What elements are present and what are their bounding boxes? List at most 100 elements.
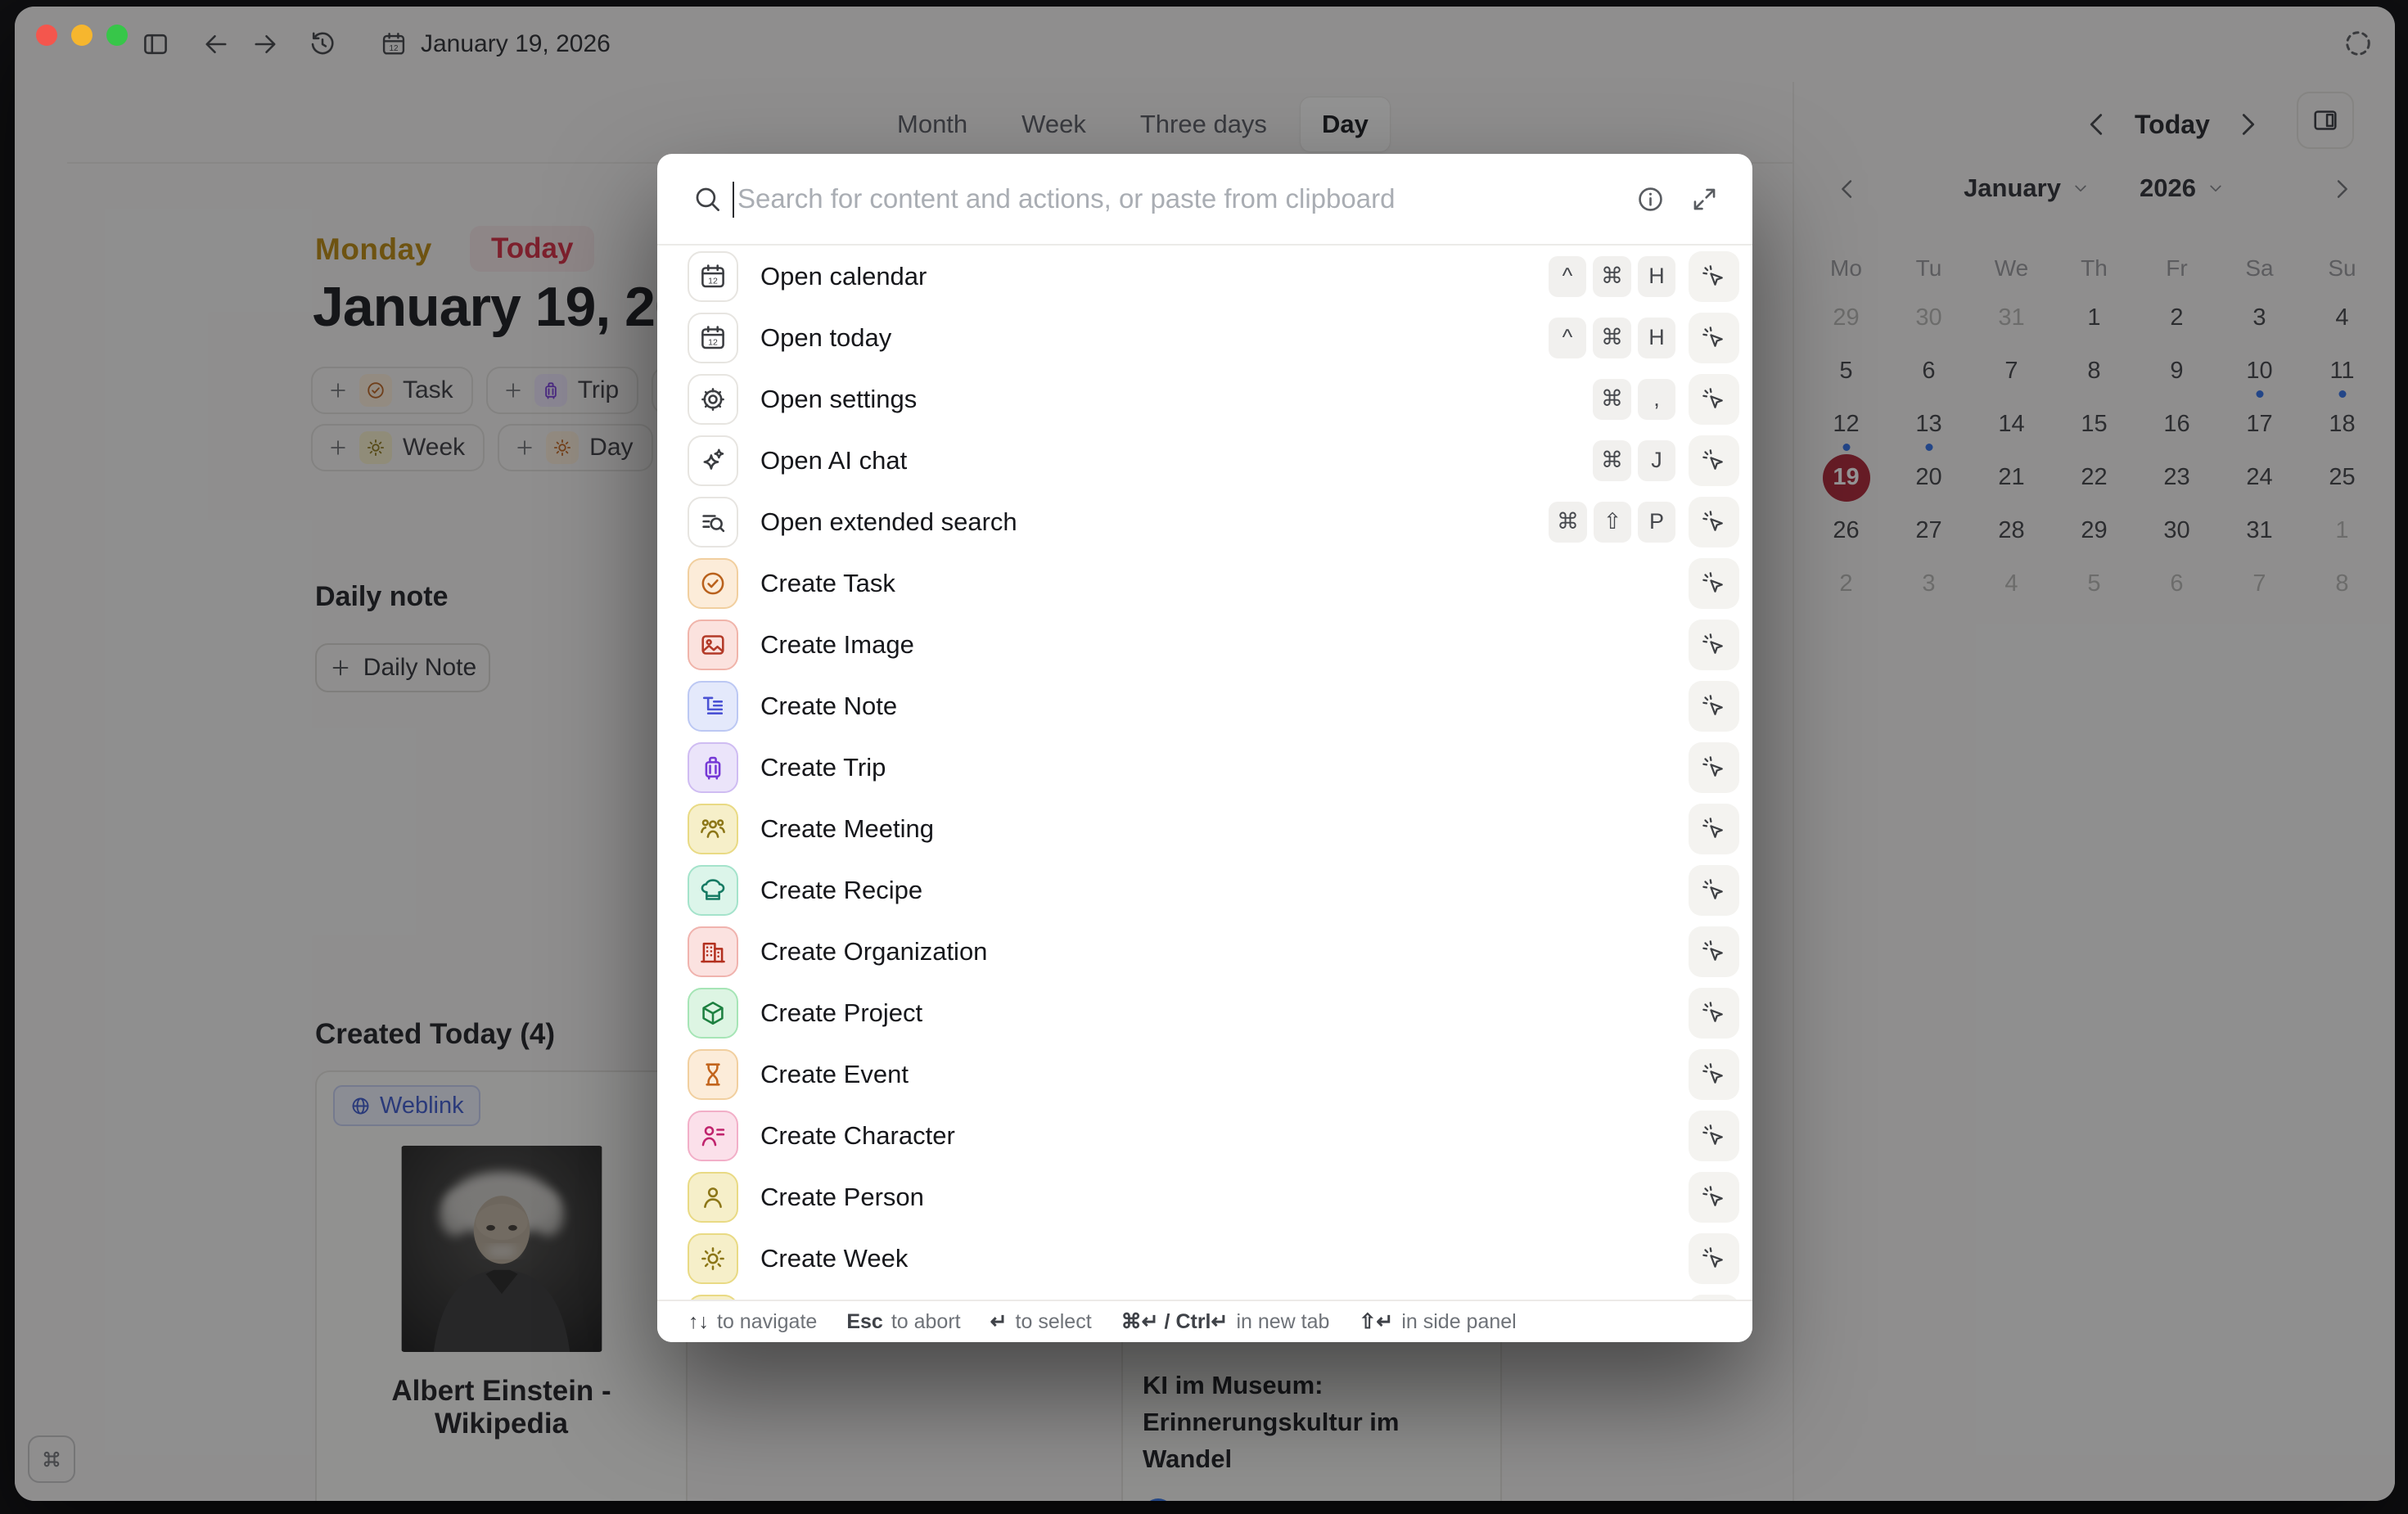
run-action-button[interactable] (1689, 988, 1739, 1039)
run-action-button[interactable] (1689, 251, 1739, 302)
keycap: ⇧ (1594, 502, 1631, 543)
palette-item[interactable]: Open settings⌘, (657, 368, 1752, 430)
palette-item-label: Create Task (760, 569, 1675, 598)
calendar12-icon: 12 (688, 313, 738, 363)
palette-item[interactable]: Create Image (657, 614, 1752, 675)
sun-icon (688, 1233, 738, 1284)
chef-hat-icon (688, 865, 738, 916)
hint-text: in new tab (1236, 1310, 1329, 1334)
palette-item[interactable]: Create Note (657, 675, 1752, 737)
keycap: J (1638, 440, 1675, 481)
hint-keys: ↑↓ (688, 1310, 709, 1334)
keycap: , (1638, 379, 1675, 420)
palette-item-label: Create Project (760, 998, 1675, 1028)
keycap: ⌘ (1593, 318, 1631, 358)
palette-item[interactable]: Create Project (657, 982, 1752, 1043)
app-window: 12 January 19, 2026 MonthWeekThree daysD… (15, 7, 2395, 1501)
svg-text:12: 12 (708, 276, 718, 286)
command-palette: 12Open calendar^⌘H12Open today^⌘HOpen se… (657, 154, 1752, 1342)
run-action-button[interactable] (1689, 742, 1739, 793)
footer-hint: ⇧↵in side panel (1359, 1309, 1516, 1334)
palette-item-label: Open today (760, 323, 1549, 353)
run-action-button[interactable] (1689, 804, 1739, 854)
zoom-window-button[interactable] (106, 25, 128, 46)
palette-item[interactable]: 12Open calendar^⌘H (657, 246, 1752, 307)
palette-results-list: 12Open calendar^⌘H12Open today^⌘HOpen se… (657, 246, 1752, 1300)
calendar12-icon: 12 (688, 251, 738, 302)
keycap: H (1638, 318, 1675, 358)
run-action-button[interactable] (1689, 374, 1739, 425)
palette-item[interactable]: Create Meeting (657, 798, 1752, 859)
hint-text: to navigate (717, 1310, 817, 1334)
hint-keys: ⇧↵ (1359, 1309, 1393, 1334)
palette-item-label: Create Meeting (760, 814, 1675, 844)
desktop: 12 January 19, 2026 MonthWeekThree daysD… (0, 0, 2408, 1514)
run-action-button[interactable] (1689, 681, 1739, 732)
palette-item-label: Create Week (760, 1244, 1675, 1273)
box-icon (688, 988, 738, 1039)
palette-item[interactable]: Create Trip (657, 737, 1752, 798)
palette-item-label: Create Trip (760, 753, 1675, 782)
palette-footer: ↑↓ to navigate Esc to abort ↵to select ⌘↵ / C… (657, 1300, 1752, 1342)
palette-item[interactable]: Create Event (657, 1043, 1752, 1105)
footer-hint: ↑↓ to navigate (688, 1310, 817, 1334)
keycap: ⌘ (1593, 256, 1631, 297)
person-icon (688, 1172, 738, 1223)
keycap: ⌘ (1549, 502, 1587, 543)
luggage-icon (688, 742, 738, 793)
image-icon (688, 620, 738, 670)
palette-item[interactable]: Open AI chat⌘J (657, 430, 1752, 491)
palette-item[interactable]: Create Character (657, 1105, 1752, 1166)
palette-item-label: Open AI chat (760, 446, 1593, 475)
search-icon (692, 183, 723, 214)
run-action-button[interactable] (1689, 1049, 1739, 1100)
note-text-icon (688, 681, 738, 732)
run-action-button[interactable] (1689, 926, 1739, 977)
palette-item-label: Create Character (760, 1121, 1675, 1151)
palette-item-label: Open extended search (760, 507, 1549, 537)
text-cursor (733, 182, 734, 218)
palette-item-label: Create Person (760, 1183, 1675, 1212)
palette-item[interactable]: Create Organization (657, 921, 1752, 982)
palette-item[interactable]: Open extended search⌘⇧P (657, 491, 1752, 552)
palette-item-label: Create Image (760, 630, 1675, 660)
palette-item[interactable]: Create Week (657, 1228, 1752, 1289)
footer-hint: ⌘↵ / Ctrl↵ in new tab (1121, 1309, 1330, 1334)
footer-hint: Esc to abort (846, 1310, 960, 1334)
run-action-button[interactable] (1689, 497, 1739, 547)
people-icon (688, 804, 738, 854)
palette-item[interactable]: 12 Open today^⌘H (657, 307, 1752, 368)
keycap: P (1638, 502, 1675, 543)
palette-item-label: Create Organization (760, 937, 1675, 967)
run-action-button[interactable] (1689, 865, 1739, 916)
run-action-button[interactable] (1689, 1111, 1739, 1161)
run-action-button[interactable] (1689, 1233, 1739, 1284)
keycap: ⌘ (1593, 379, 1631, 420)
hint-text: to abort (891, 1310, 961, 1334)
info-icon[interactable] (1635, 184, 1666, 214)
shortcut-keys: ^⌘H (1549, 318, 1675, 358)
footer-hint: ↵to select (990, 1309, 1092, 1334)
svg-text:12: 12 (708, 337, 718, 347)
palette-item[interactable]: Create Person (657, 1166, 1752, 1228)
hint-keys: ⌘↵ / Ctrl↵ (1121, 1309, 1229, 1334)
minimize-window-button[interactable] (71, 25, 92, 46)
keycap: ⌘ (1593, 440, 1631, 481)
run-action-button[interactable] (1689, 620, 1739, 670)
close-window-button[interactable] (36, 25, 57, 46)
shortcut-keys: ⌘J (1593, 440, 1675, 481)
hint-keys: Esc (846, 1310, 882, 1334)
search-doc-icon (688, 497, 738, 547)
palette-search-input[interactable] (737, 154, 1597, 244)
run-action-button[interactable] (1689, 558, 1739, 609)
run-action-button[interactable] (1689, 313, 1739, 363)
sparkles-icon (688, 435, 738, 486)
run-action-button[interactable] (1689, 435, 1739, 486)
keycap: H (1638, 256, 1675, 297)
expand-icon[interactable] (1689, 184, 1720, 214)
palette-item-partial[interactable] (657, 1289, 1752, 1300)
building-icon (688, 926, 738, 977)
palette-item[interactable]: Create Recipe (657, 859, 1752, 921)
palette-item[interactable]: Create Task (657, 552, 1752, 614)
run-action-button[interactable] (1689, 1172, 1739, 1223)
